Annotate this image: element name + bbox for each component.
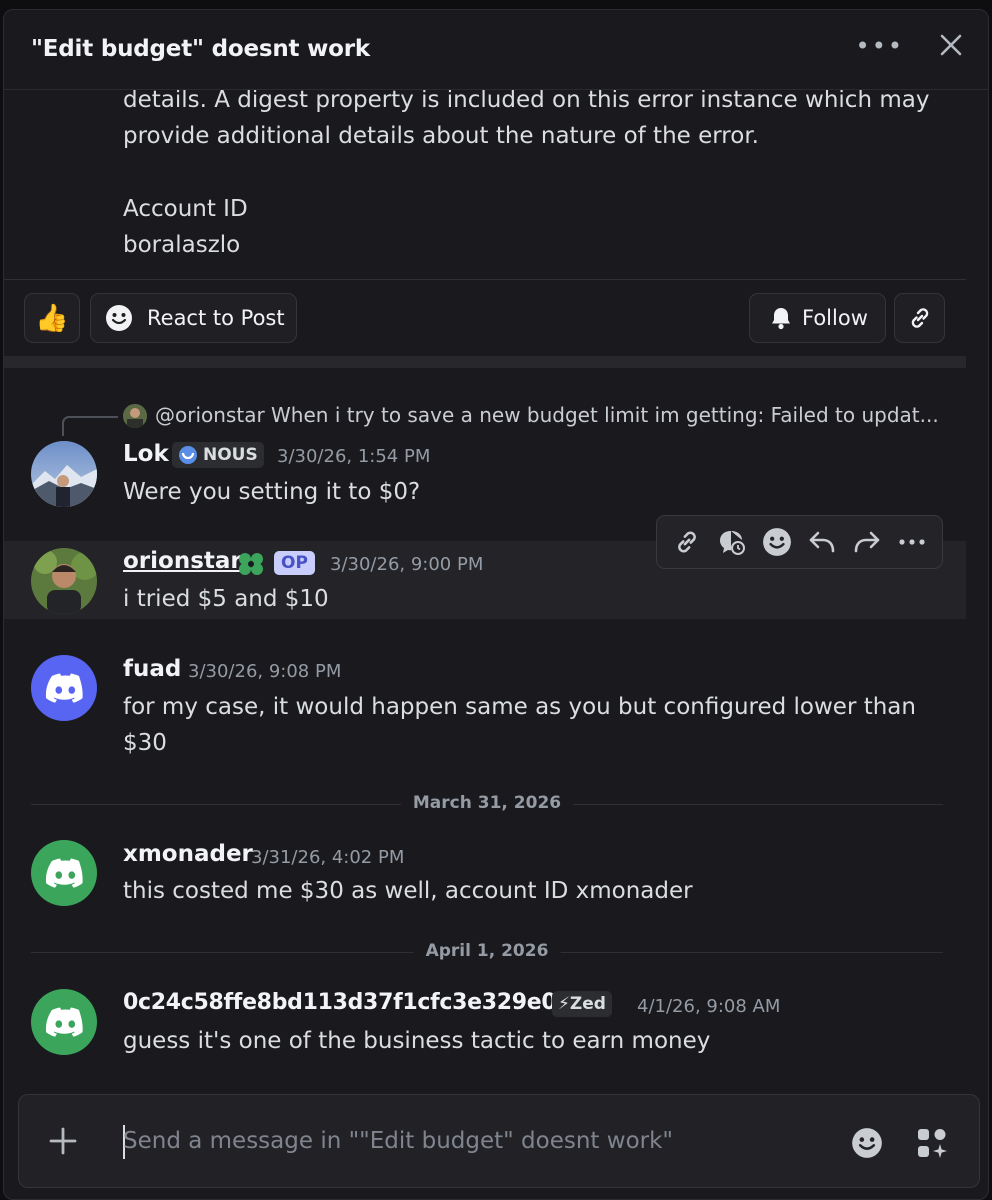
thread-panel: "Edit budget" doesnt work ••• details. A… <box>3 9 989 1200</box>
date-divider: April 1, 2026 <box>31 941 943 961</box>
reply-icon <box>809 531 835 553</box>
message-composer[interactable]: Send a message in ""Edit budget" doesnt … <box>18 1094 980 1188</box>
op-badge: OP <box>274 551 315 575</box>
message-text: i tried $5 and $10 <box>123 586 329 612</box>
date-divider-label: March 31, 2026 <box>400 793 574 813</box>
date-divider-label: April 1, 2026 <box>413 941 561 961</box>
post-actions-bar: 👍 React to Post Follow <box>4 293 988 345</box>
timestamp: 3/30/26, 9:08 PM <box>188 661 342 682</box>
link-icon <box>911 308 928 328</box>
reply-button[interactable] <box>805 525 839 559</box>
follow-button[interactable]: Follow <box>749 293 886 343</box>
apps-icon[interactable] <box>915 1126 949 1160</box>
link-icon <box>678 531 697 553</box>
react-label: React to Post <box>147 306 285 330</box>
emoji-picker-icon[interactable] <box>851 1127 883 1159</box>
message-text: Were you setting it to $0? <box>123 479 421 505</box>
close-icon[interactable] <box>936 30 966 60</box>
post-body-line: Account ID <box>123 196 248 222</box>
username[interactable]: xmonader <box>123 841 253 867</box>
section-separator <box>4 356 966 368</box>
username[interactable]: orionstar <box>123 548 242 574</box>
copy-link-button[interactable] <box>670 525 704 559</box>
thread-title: "Edit budget" doesnt work <box>31 36 371 62</box>
copy-link-button[interactable] <box>894 293 945 343</box>
reply-connector <box>62 416 118 436</box>
divider <box>4 279 966 280</box>
date-divider: March 31, 2026 <box>31 793 943 813</box>
tag-label: NOUS <box>203 445 258 465</box>
avatar[interactable] <box>31 840 97 906</box>
timestamp: 3/31/26, 4:02 PM <box>251 847 405 868</box>
message-actions-toolbar <box>656 515 943 569</box>
timestamp: 3/30/26, 1:54 PM <box>277 446 431 467</box>
smile-icon <box>763 528 791 556</box>
post-body-line: boralaszlo <box>123 232 241 258</box>
reply-avatar[interactable] <box>123 404 147 428</box>
reply-preview[interactable]: @orionstar When i try to save a new budg… <box>155 403 939 427</box>
bell-icon <box>772 308 790 330</box>
discord-logo-icon <box>45 673 83 703</box>
plus-icon[interactable] <box>45 1123 81 1159</box>
server-tag[interactable]: ⚡Zed <box>552 991 612 1017</box>
smile-icon <box>106 305 132 331</box>
message-text: $30 <box>123 730 167 756</box>
thread-icon <box>720 531 746 555</box>
thumbs-up-icon: 👍 <box>35 303 69 334</box>
more-actions-button[interactable] <box>895 525 929 559</box>
nous-icon <box>179 446 197 464</box>
react-to-post-button[interactable]: React to Post <box>90 293 297 343</box>
thread-header: "Edit budget" doesnt work ••• <box>4 10 988 90</box>
username[interactable]: Lok <box>123 441 169 467</box>
thumbs-up-reaction[interactable]: 👍 <box>24 293 80 343</box>
add-reaction-button[interactable] <box>760 525 794 559</box>
avatar[interactable] <box>31 548 97 614</box>
follow-label: Follow <box>802 306 868 330</box>
avatar[interactable] <box>31 441 97 507</box>
avatar[interactable] <box>31 989 97 1055</box>
avatar[interactable] <box>31 655 97 721</box>
create-thread-button[interactable] <box>715 525 749 559</box>
reply-snippet: When i try to save a new budget limit im… <box>271 403 939 427</box>
forward-button[interactable] <box>850 525 884 559</box>
discord-logo-icon <box>45 858 83 888</box>
timestamp: 3/30/26, 9:00 PM <box>330 554 484 575</box>
discord-logo-icon <box>45 1007 83 1037</box>
timestamp: 4/1/26, 9:08 AM <box>637 996 781 1017</box>
post-body-line: provide additional details about the nat… <box>123 123 759 149</box>
username[interactable]: 0c24c58ffe8bd113d37f1cfc3e329e03 <box>123 990 572 1015</box>
message-text: this costed me $30 as well, account ID x… <box>123 878 693 904</box>
message-text: guess it's one of the business tactic to… <box>123 1028 711 1054</box>
reply-mention[interactable]: @orionstar <box>155 403 265 427</box>
server-tag[interactable]: NOUS <box>172 442 264 468</box>
username[interactable]: fuad <box>123 656 181 682</box>
forward-icon <box>854 531 880 553</box>
message-input[interactable]: Send a message in ""Edit budget" doesnt … <box>123 1128 673 1154</box>
message-text: for my case, it would happen same as you… <box>123 694 916 720</box>
more-options-icon[interactable]: ••• <box>856 32 904 60</box>
clover-icon <box>239 553 263 575</box>
more-icon <box>898 539 925 545</box>
